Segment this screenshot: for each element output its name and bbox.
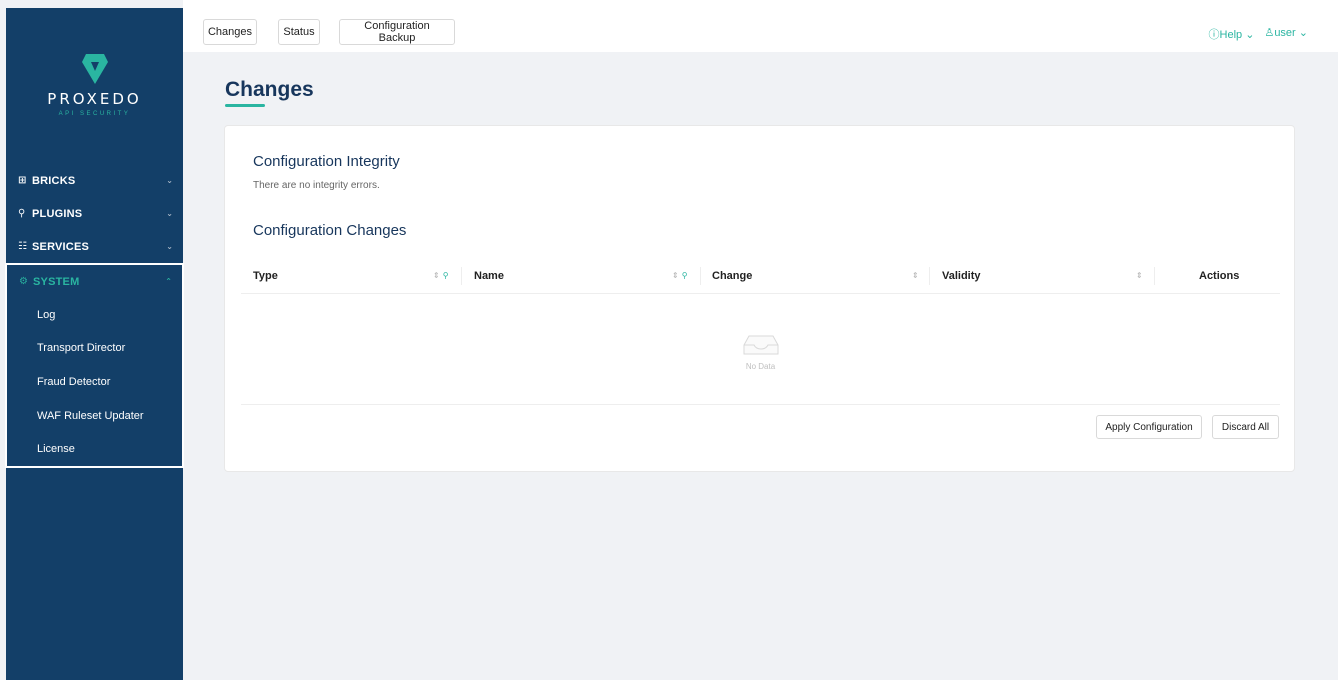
bricks-icon: ⊞ bbox=[18, 175, 27, 186]
sidebar-subitem-waf-ruleset-updater[interactable]: WAF Ruleset Updater bbox=[7, 399, 182, 433]
table-header: Type ⇕ ⚲ Name ⇕ ⚲ Change ⇕ Validity ⇕ Acti… bbox=[241, 260, 1280, 294]
sort-icon[interactable]: ⇕ bbox=[672, 271, 679, 280]
services-icon: ☷ bbox=[18, 241, 27, 252]
tab-status[interactable]: Status bbox=[278, 19, 320, 45]
sort-icon[interactable]: ⇕ bbox=[1136, 271, 1143, 280]
sidebar-item-bricks[interactable]: ⊞ BRICKS ⌄ bbox=[6, 164, 183, 197]
changes-title: Configuration Changes bbox=[253, 222, 407, 239]
brand-tagline: API SECURITY bbox=[58, 111, 131, 117]
sidebar-item-label: PLUGINS bbox=[32, 207, 83, 220]
help-menu[interactable]: ⓘHelp ⌄ bbox=[1209, 26, 1255, 42]
gear-icon: ⚙ bbox=[19, 276, 28, 287]
apply-configuration-button[interactable]: Apply Configuration bbox=[1096, 415, 1202, 439]
empty-inbox-icon bbox=[743, 335, 778, 355]
top-bar: Changes Status Configuration Backup ⓘHel… bbox=[183, 0, 1338, 52]
help-label: Help bbox=[1219, 29, 1243, 41]
sidebar-item-label: BRICKS bbox=[32, 174, 76, 187]
integrity-message: There are no integrity errors. bbox=[253, 180, 380, 191]
sidebar-subitem-license[interactable]: License bbox=[7, 432, 182, 466]
title-underline bbox=[225, 104, 265, 107]
column-divider bbox=[461, 267, 462, 285]
sort-icon[interactable]: ⇕ bbox=[433, 271, 440, 280]
chevron-up-icon: ⌃ bbox=[165, 277, 172, 286]
empty-text: No Data bbox=[745, 362, 776, 371]
chevron-down-icon: ⌄ bbox=[166, 209, 173, 218]
column-header-actions: Actions bbox=[1199, 270, 1240, 282]
changes-card: Configuration Integrity There are no int… bbox=[224, 125, 1295, 472]
empty-state: No Data bbox=[743, 332, 779, 371]
sidebar-item-plugins[interactable]: ⚲ PLUGINS ⌄ bbox=[6, 197, 183, 230]
sidebar-item-label: SERVICES bbox=[32, 240, 90, 253]
column-header-validity: Validity bbox=[942, 270, 981, 282]
sort-icon[interactable]: ⇕ bbox=[912, 271, 919, 280]
sidebar-subitem-fraud-detector[interactable]: Fraud Detector bbox=[7, 365, 182, 399]
column-header-type: Type bbox=[253, 270, 278, 282]
sidebar-system-group: ⚙ SYSTEM ⌃ Log Transport Director Fraud … bbox=[5, 263, 184, 468]
sidebar-item-services[interactable]: ☷ SERVICES ⌄ bbox=[6, 230, 183, 263]
sidebar: PROXEDO API SECURITY ⊞ BRICKS ⌄ ⚲ PLUGIN… bbox=[5, 8, 184, 680]
chevron-down-icon: ⌄ bbox=[1245, 29, 1255, 41]
table-body: No Data bbox=[241, 294, 1280, 405]
brand-name: PROXEDO bbox=[47, 90, 142, 108]
chevron-down-icon: ⌄ bbox=[166, 176, 173, 185]
sidebar-item-label: SYSTEM bbox=[33, 275, 80, 288]
user-menu[interactable]: ♙user ⌄ bbox=[1264, 26, 1308, 42]
sidebar-subitem-transport-director[interactable]: Transport Director bbox=[7, 332, 182, 366]
tab-configuration-backup[interactable]: Configuration Backup bbox=[339, 19, 455, 45]
sidebar-menu: ⊞ BRICKS ⌄ ⚲ PLUGINS ⌄ ☷ SERVICES ⌄ ⚙ SY… bbox=[5, 164, 184, 468]
changes-table: Type ⇕ ⚲ Name ⇕ ⚲ Change ⇕ Validity ⇕ Acti… bbox=[241, 260, 1280, 405]
sidebar-subitem-log[interactable]: Log bbox=[7, 298, 182, 332]
column-header-name: Name bbox=[474, 270, 504, 282]
user-icon: ♙ bbox=[1264, 27, 1275, 39]
column-divider bbox=[1154, 267, 1155, 285]
column-divider bbox=[700, 267, 701, 285]
user-label: user bbox=[1274, 27, 1296, 39]
search-icon[interactable]: ⚲ bbox=[443, 271, 449, 280]
search-icon[interactable]: ⚲ bbox=[682, 271, 688, 280]
discard-all-button[interactable]: Discard All bbox=[1212, 415, 1279, 439]
page-title: Changes bbox=[225, 78, 314, 101]
column-divider bbox=[929, 267, 930, 285]
sidebar-item-system[interactable]: ⚙ SYSTEM ⌃ bbox=[7, 265, 182, 298]
chevron-down-icon: ⌄ bbox=[1298, 27, 1308, 39]
column-header-change: Change bbox=[712, 270, 753, 282]
top-right-menu: ⓘHelp ⌄ ♙user ⌄ bbox=[1209, 26, 1308, 42]
proxedo-logo-icon bbox=[81, 54, 108, 84]
integrity-title: Configuration Integrity bbox=[253, 153, 400, 170]
chevron-down-icon: ⌄ bbox=[166, 242, 173, 251]
tab-changes[interactable]: Changes bbox=[203, 19, 257, 45]
plugins-icon: ⚲ bbox=[18, 208, 26, 219]
brand-logo: PROXEDO API SECURITY bbox=[6, 54, 183, 117]
help-icon: ⓘ bbox=[1208, 29, 1220, 41]
